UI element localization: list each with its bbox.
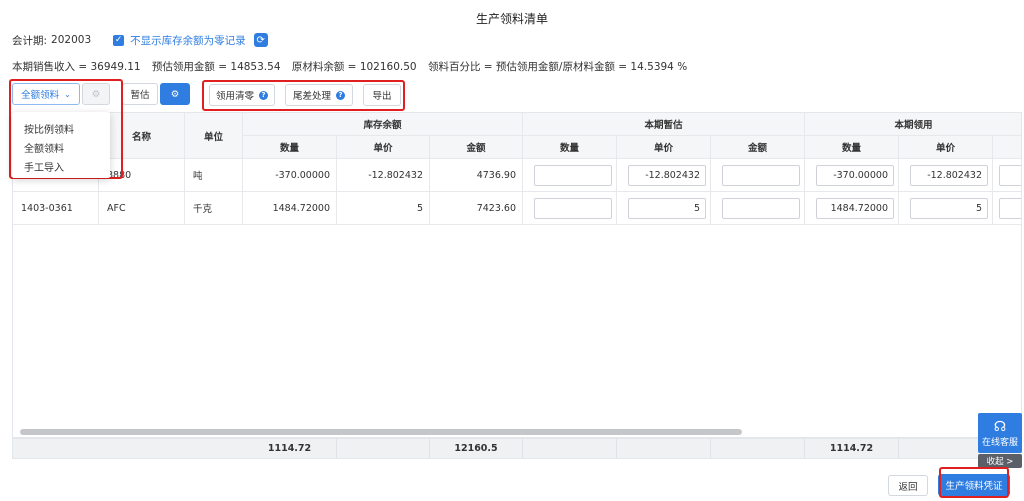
dropdown-option-full[interactable]: 全额领料 — [12, 138, 110, 157]
row2-stock-qty: 1484.72000 — [243, 192, 337, 225]
clear-button[interactable]: 领用清零 ? — [209, 84, 275, 106]
chevron-down-icon: ⌄ — [64, 89, 71, 99]
row2-temp-amount-input[interactable] — [722, 198, 800, 219]
gear-icon: ⚙ — [170, 88, 180, 100]
row1-use-qty-input[interactable]: -370.00000 — [816, 165, 894, 186]
ratio-summary: 领料百分比 = 预估领用金额/原材料金额 = 14.5394 % — [427, 61, 688, 73]
row2-use-qty-input[interactable]: 1484.72000 — [816, 198, 894, 219]
period-row: 会计期: 202003 ✓ 不显示库存余额为零记录 ⟳ — [12, 32, 268, 48]
fold-widget[interactable]: 收起 > — [978, 454, 1022, 468]
header-temp-qty: 数量 — [523, 136, 617, 159]
info-icon: ? — [336, 90, 345, 100]
material-table: 名称 单位 库存余额 本期暂估 本期领用 数量 单价 金额 数量 单价 金额 数… — [12, 112, 1022, 438]
row1-stock-amount: 4736.90 — [430, 159, 523, 192]
header-temp-amount: 金额 — [711, 136, 805, 159]
temp-estimate-label: 暂估 — [130, 90, 150, 101]
back-button[interactable]: 返回 — [888, 475, 928, 496]
tail-button[interactable]: 尾差处理 ? — [285, 84, 353, 106]
header-stock-qty: 数量 — [243, 136, 337, 159]
row1-temp-amount-input[interactable] — [722, 165, 800, 186]
row1-temp-price-input[interactable]: -12.802432 — [628, 165, 706, 186]
estimate-summary: 预估领用金额 = 14853.54 — [151, 61, 281, 73]
period-value: 202003 — [51, 34, 92, 46]
hide-zero-label[interactable]: 不显示库存余额为零记录 — [130, 33, 246, 48]
row2-stock-amount: 7423.60 — [430, 192, 523, 225]
voucher-label: 生产领料凭证 — [945, 481, 1003, 492]
header-group-stock: 库存余额 — [243, 113, 523, 136]
row1-stock-qty: -370.00000 — [243, 159, 337, 192]
header-group-temp: 本期暂估 — [523, 113, 805, 136]
total-temp-price — [617, 439, 711, 458]
row2-temp-price-input[interactable]: 5 — [628, 198, 706, 219]
page-title: 生产领料清单 — [475, 12, 548, 26]
row2-extra-input[interactable] — [999, 198, 1021, 219]
tail-label: 尾差处理 — [292, 91, 331, 102]
summary-row: 本期销售收入 = 36949.11 预估领用金额 = 14853.54 原材料余… — [12, 59, 695, 74]
dropdown-option-manual[interactable]: 手工导入 — [12, 157, 110, 176]
row2-use-price-input[interactable]: 5 — [910, 198, 988, 219]
row1-stock-price: -12.802432 — [337, 159, 430, 192]
clear-label: 领用清零 — [215, 91, 254, 102]
header-stock-amount: 金额 — [430, 136, 523, 159]
row2-temp-qty-input[interactable] — [534, 198, 612, 219]
headset-icon: ☊ — [993, 418, 1007, 435]
gear-icon: ⚙ — [91, 88, 101, 100]
total-temp-qty — [523, 439, 617, 458]
row1-extra-input[interactable] — [999, 165, 1021, 186]
header-name: 名称 — [99, 113, 185, 159]
voucher-button[interactable]: 生产领料凭证 — [938, 474, 1010, 496]
mode-select[interactable]: 全额领料 ⌄ — [12, 83, 80, 105]
back-label: 返回 — [898, 481, 918, 493]
period-label: 会计期: — [12, 34, 48, 47]
settings-button[interactable]: ⚙ — [160, 83, 190, 105]
row2-stock-price: 5 — [337, 192, 430, 225]
export-button[interactable]: 导出 — [363, 84, 401, 106]
row1-use-price-input[interactable]: -12.802432 — [910, 165, 988, 186]
sales-summary: 本期销售收入 = 36949.11 — [12, 61, 141, 73]
row2-name: AFC — [99, 192, 185, 225]
header-use-qty: 数量 — [805, 136, 899, 159]
material-summary: 原材料余额 = 102160.50 — [291, 61, 417, 73]
total-stock-qty: 1114.72 — [243, 439, 337, 458]
mode-dropdown: 按比例领料 全额领料 手工导入 — [12, 112, 110, 178]
header-temp-price: 单价 — [617, 136, 711, 159]
header-use-price: 单价 — [899, 136, 993, 159]
total-temp-amount — [711, 439, 805, 458]
row1-temp-qty-input[interactable] — [534, 165, 612, 186]
refresh-icon[interactable]: ⟳ — [253, 33, 268, 47]
total-stock-price — [337, 439, 430, 458]
row2-unit: 千克 — [185, 192, 243, 225]
online-service-label: 在线客服 — [981, 437, 1018, 448]
header-stock-price: 单价 — [337, 136, 430, 159]
info-icon: ? — [259, 90, 268, 100]
total-stock-amount: 12160.5 — [430, 439, 523, 458]
export-label: 导出 — [372, 91, 392, 102]
totals-row: 1114.72 12160.5 1114.72 — [12, 438, 1022, 459]
horizontal-scrollbar[interactable] — [20, 429, 742, 435]
dropdown-option-proportional[interactable]: 按比例领料 — [12, 119, 110, 138]
row2-code: 1403-0361 — [13, 192, 99, 225]
header-extra — [993, 136, 1021, 159]
mode-select-label: 全额领料 — [21, 90, 60, 101]
row1-unit: 吨 — [185, 159, 243, 192]
row1-name: 8880 — [99, 159, 185, 192]
header-unit: 单位 — [185, 113, 243, 159]
temp-estimate-button[interactable]: 暂估 — [122, 83, 158, 105]
online-service-widget[interactable]: ☊ 在线客服 — [978, 413, 1022, 453]
hide-zero-checkbox[interactable]: ✓ — [113, 34, 125, 46]
page-panel: 生产领料清单 会计期: 202003 ✓ 不显示库存余额为零记录 ⟳ 本期销售收… — [0, 0, 1024, 501]
header-group-use: 本期领用 — [805, 113, 1021, 136]
total-use-qty: 1114.72 — [805, 439, 899, 458]
disabled-settings-button[interactable]: ⚙ — [82, 83, 110, 105]
